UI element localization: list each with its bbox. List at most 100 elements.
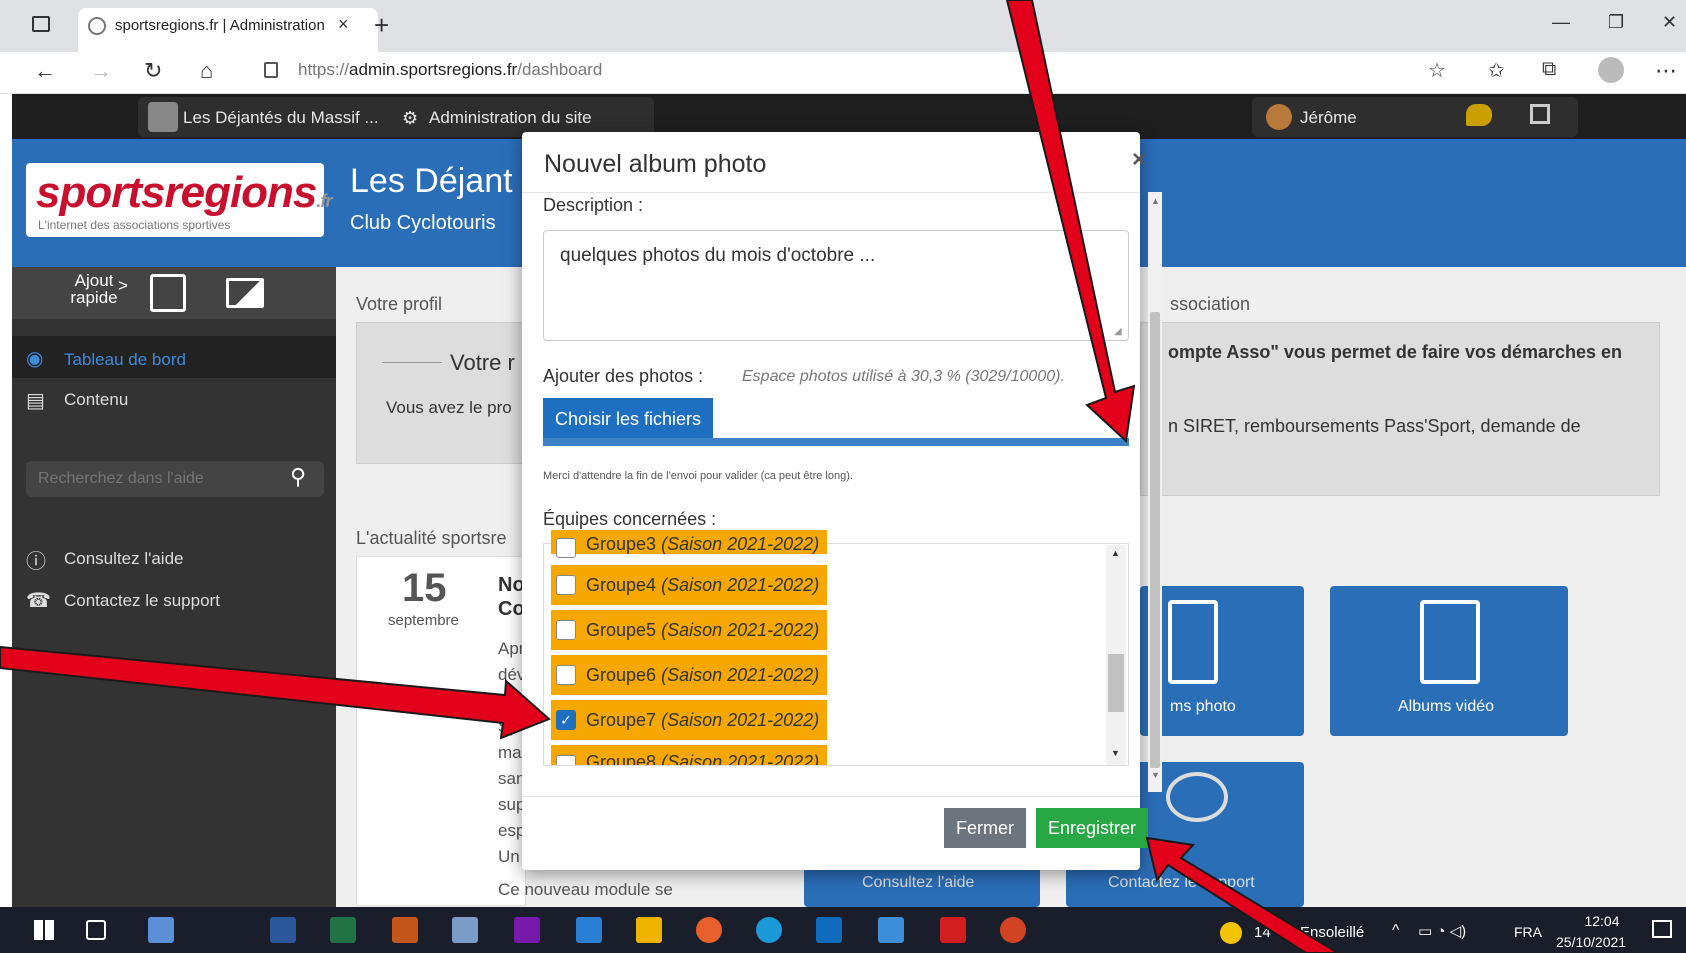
onenote-icon[interactable] xyxy=(514,917,540,943)
team-name: Groupe5 xyxy=(586,620,657,640)
teams-scrollbar-thumb[interactable] xyxy=(1108,654,1124,712)
team-checkbox[interactable] xyxy=(556,538,576,558)
quick-add-article-icon[interactable] xyxy=(150,274,186,312)
quick-add-label: Ajout rapide xyxy=(70,271,118,307)
notification-center-icon[interactable] xyxy=(1652,920,1672,938)
team-checkbox[interactable] xyxy=(556,575,576,595)
file-explorer-icon[interactable] xyxy=(636,917,662,943)
app-icon[interactable] xyxy=(452,917,478,943)
collections-icon[interactable]: ⧉ xyxy=(1542,58,1556,81)
tray-icons[interactable]: ▭ ◔ ◁) xyxy=(1418,922,1466,940)
window-close-icon[interactable]: ✕ xyxy=(1662,12,1677,33)
teams-label: Équipes concernées : xyxy=(543,509,717,529)
sidebar-item-dashboard[interactable]: Tableau de bord xyxy=(64,350,186,370)
upload-wait-note: Merci d'attendre la fin de l'envoi pour … xyxy=(543,470,853,482)
back-icon[interactable]: ← xyxy=(34,58,56,84)
word-icon[interactable] xyxy=(270,917,296,943)
team-name: Groupe7 xyxy=(586,710,657,730)
favorites-icon[interactable]: ✩ xyxy=(1488,58,1505,83)
weather-temp[interactable]: 14 xyxy=(1254,924,1271,941)
more-icon[interactable]: ⋯ xyxy=(1655,58,1677,84)
network-app-icon[interactable] xyxy=(148,917,174,943)
excel-icon[interactable] xyxy=(330,917,356,943)
modal-footer-divider xyxy=(522,796,1140,797)
description-label: Description : xyxy=(543,195,644,215)
quick-add-arrow-icon: > xyxy=(118,276,128,295)
scroll-down-icon[interactable]: ▼ xyxy=(1151,770,1160,780)
app-icon[interactable] xyxy=(576,917,602,943)
support-icon: ☎ xyxy=(26,590,51,612)
app-icon[interactable] xyxy=(392,917,418,943)
admin-link[interactable]: Administration du site xyxy=(429,108,592,128)
tab-title: sportsregions.fr | Administration xyxy=(115,17,325,34)
resize-handle-icon[interactable]: ◢ xyxy=(1114,326,1122,337)
user-name[interactable]: Jérôme xyxy=(1300,108,1357,128)
url-prefix: https:// xyxy=(298,60,350,79)
task-view-icon[interactable] xyxy=(86,920,106,940)
sidebar-item-help[interactable]: Consultez l'aide xyxy=(64,549,183,569)
site-name[interactable]: Les Déjantés du Massif ... xyxy=(183,108,379,128)
edge-icon[interactable] xyxy=(756,917,782,943)
tab-actions-icon[interactable] xyxy=(32,16,50,32)
modal-scrollbar-thumb[interactable] xyxy=(1150,312,1160,768)
document-icon xyxy=(1168,600,1218,684)
home-icon[interactable]: ⌂ xyxy=(200,58,213,84)
teams-scroll-up-icon[interactable]: ▲ xyxy=(1111,548,1120,558)
news-heading: L'actualité sportsre xyxy=(356,528,507,548)
clock-date[interactable]: 25/10/2021 xyxy=(1556,934,1626,950)
weather-sun-icon[interactable] xyxy=(1220,922,1242,944)
help-search-input[interactable] xyxy=(30,464,280,494)
tile-albums-video-label: Albums vidéo xyxy=(1398,698,1495,715)
team-label: Groupe7 (Saison 2021-2022) xyxy=(586,710,819,731)
firefox-icon[interactable] xyxy=(696,917,722,943)
team-checkbox-checked[interactable]: ✓ xyxy=(556,710,576,730)
sidebar-item-content[interactable]: Contenu xyxy=(64,390,128,410)
clock-time[interactable]: 12:04 xyxy=(1572,913,1632,929)
search-icon[interactable]: ⚲ xyxy=(290,464,306,490)
tray-chevron-icon[interactable]: ^ xyxy=(1392,922,1400,940)
tab-close-icon[interactable]: × xyxy=(338,14,349,35)
logo-text: sportsregions.fr xyxy=(36,168,332,218)
powerpoint-icon[interactable] xyxy=(1000,917,1026,943)
save-button[interactable]: Enregistrer xyxy=(1036,808,1148,848)
news-title-line2[interactable]: Co xyxy=(498,598,525,621)
profile-divider xyxy=(382,362,442,363)
team-checkbox[interactable] xyxy=(556,665,576,685)
team-checkbox[interactable] xyxy=(556,620,576,640)
scroll-up-icon[interactable]: ▲ xyxy=(1151,196,1160,206)
team-checkbox[interactable] xyxy=(556,755,576,765)
favorite-add-icon[interactable]: ☆ xyxy=(1428,58,1446,83)
lock-icon[interactable] xyxy=(264,62,278,78)
teams-scroll-down-icon[interactable]: ▼ xyxy=(1111,748,1120,758)
team-label: Groupe3 (Saison 2021-2022) xyxy=(586,534,819,555)
language[interactable]: FRA xyxy=(1514,924,1542,940)
profile-icon[interactable] xyxy=(1598,57,1624,83)
news-title-line1[interactable]: No xyxy=(498,574,525,597)
minimize-icon[interactable]: — xyxy=(1552,12,1570,33)
sidebar-item-support[interactable]: Contactez le support xyxy=(64,591,220,611)
quick-add-photo-icon[interactable] xyxy=(226,278,264,308)
logo-word: sportsregions xyxy=(36,168,317,217)
address-bar[interactable]: https://admin.sportsregions.fr/dashboard xyxy=(298,60,602,80)
reload-icon[interactable]: ↻ xyxy=(144,58,162,84)
description-value: quelques photos du mois d'octobre ... xyxy=(560,245,876,266)
restore-icon[interactable]: ❐ xyxy=(1608,12,1624,33)
weather-text[interactable]: Ensoleillé xyxy=(1300,924,1364,941)
tile-albums-photo-label: ms photo xyxy=(1170,698,1236,715)
team-name: Groupe4 xyxy=(586,575,657,595)
windows-start-icon[interactable] xyxy=(34,920,54,940)
close-button[interactable]: Fermer xyxy=(944,808,1026,848)
photos-icon[interactable] xyxy=(878,917,904,943)
acrobat-icon[interactable] xyxy=(940,917,966,943)
calendar-icon[interactable] xyxy=(1530,104,1550,124)
new-tab-icon[interactable]: + xyxy=(374,10,389,41)
profile-heading: Votre profil xyxy=(356,294,443,314)
modal-close-icon[interactable]: × xyxy=(1132,146,1146,174)
profile-card-text: Vous avez le pro xyxy=(386,398,512,417)
url-host: admin.sportsregions.fr xyxy=(349,60,518,79)
forward-icon[interactable]: → xyxy=(90,58,112,84)
outlook-icon[interactable] xyxy=(816,917,842,943)
logo-tagline: L'internet des associations sportives xyxy=(38,218,231,232)
choose-files-button[interactable]: Choisir les fichiers xyxy=(543,398,713,440)
notifications-icon[interactable] xyxy=(1466,104,1492,126)
